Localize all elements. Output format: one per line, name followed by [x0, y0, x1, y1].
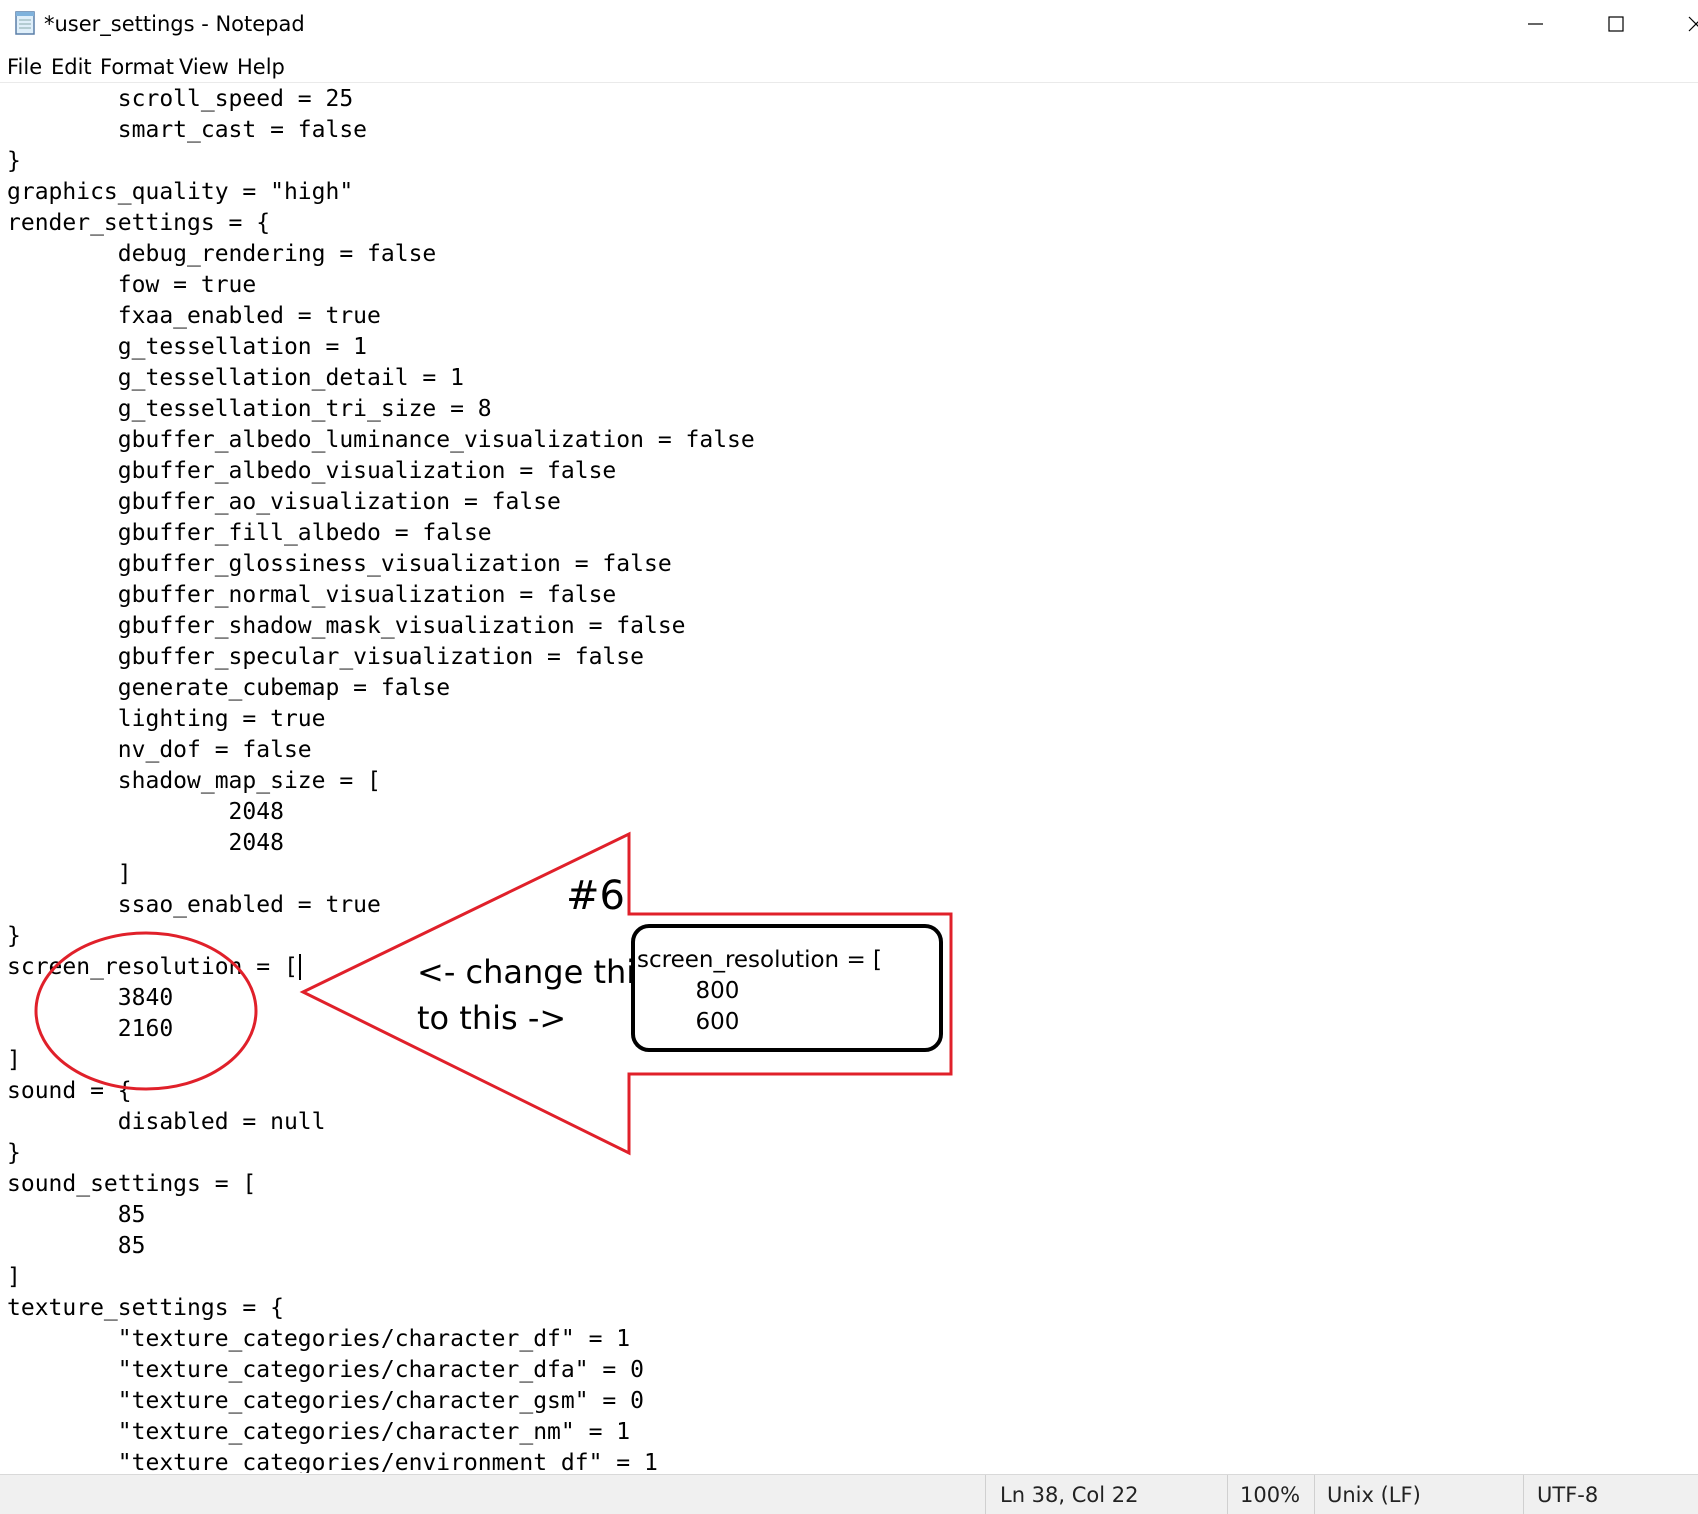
- editor-line: ]: [7, 1264, 21, 1290]
- editor-line: smart_cast = false: [7, 117, 368, 143]
- editor-line: screen_resolution = [: [7, 954, 298, 980]
- editor-line: g_tessellation_tri_size = 8: [7, 396, 492, 422]
- line-ending: Unix (LF): [1327, 1483, 1421, 1507]
- editor-line: shadow_map_size = [: [7, 768, 381, 794]
- editor-line: ssao_enabled = true: [7, 892, 381, 918]
- editor-line: "texture_categories/environment_df" = 1: [7, 1450, 658, 1473]
- editor-line: }: [7, 1140, 21, 1166]
- menu-help[interactable]: Help: [237, 54, 285, 80]
- editor-line: }: [7, 148, 21, 174]
- editor-line: graphics_quality = "high": [7, 179, 354, 205]
- editor-line: 2048: [7, 830, 284, 856]
- menu-file[interactable]: File: [7, 54, 42, 80]
- minimize-button[interactable]: [1495, 0, 1575, 48]
- editor-line: "texture_categories/character_nm" = 1: [7, 1419, 631, 1445]
- editor-line: fxaa_enabled = true: [7, 303, 381, 329]
- menu-view[interactable]: View: [179, 54, 229, 80]
- editor-line: g_tessellation_detail = 1: [7, 365, 464, 391]
- status-separator: [985, 1475, 986, 1514]
- editor-line: "texture_categories/character_dfa" = 0: [7, 1357, 644, 1383]
- editor-line: sound = {: [7, 1078, 132, 1104]
- editor-line: 2048: [7, 799, 284, 825]
- menu-bar: File Edit Format View Help: [0, 50, 1698, 83]
- editor-line: ]: [7, 861, 132, 887]
- close-button[interactable]: [1655, 0, 1698, 48]
- editor-line: 85: [7, 1202, 146, 1228]
- editor-line: 85: [7, 1233, 146, 1259]
- editor-line: texture_settings = {: [7, 1295, 284, 1321]
- editor-line: fow = true: [7, 272, 257, 298]
- notepad-icon: [15, 11, 35, 35]
- menu-edit[interactable]: Edit: [51, 54, 92, 80]
- title-bar: *user_settings - Notepad: [0, 0, 1698, 48]
- window-title: *user_settings - Notepad: [44, 12, 305, 36]
- editor-line: 3840: [7, 985, 174, 1011]
- cursor-position: Ln 38, Col 22: [1000, 1483, 1139, 1507]
- close-icon: [1688, 16, 1698, 32]
- editor-line: g_tessellation = 1: [7, 334, 368, 360]
- editor-line: gbuffer_albedo_luminance_visualization =…: [7, 427, 755, 453]
- editor-line: gbuffer_normal_visualization = false: [7, 582, 617, 608]
- editor-line: scroll_speed = 25: [7, 86, 354, 112]
- editor-line: disabled = null: [7, 1109, 326, 1135]
- status-separator: [1314, 1475, 1315, 1514]
- maximize-icon: [1608, 16, 1624, 32]
- editor-line: gbuffer_glossiness_visualization = false: [7, 551, 672, 577]
- editor-line: nv_dof = false: [7, 737, 312, 763]
- editor-line: render_settings = {: [7, 210, 271, 236]
- editor-line: }: [7, 923, 21, 949]
- editor-line: gbuffer_shadow_mask_visualization = fals…: [7, 613, 686, 639]
- editor-line: "texture_categories/character_gsm" = 0: [7, 1388, 644, 1414]
- editor-line: ]: [7, 1047, 21, 1073]
- editor-line: lighting = true: [7, 706, 326, 732]
- encoding: UTF-8: [1537, 1483, 1599, 1507]
- editor-line: gbuffer_fill_albedo = false: [7, 520, 492, 546]
- editor-line: 2160: [7, 1016, 174, 1042]
- status-separator: [1523, 1475, 1524, 1514]
- text-caret: [299, 954, 301, 980]
- menu-format[interactable]: Format: [100, 54, 174, 80]
- text-editor[interactable]: scroll_speed = 25 smart_cast = false} gra…: [0, 83, 1698, 1473]
- editor-line: generate_cubemap = false: [7, 675, 451, 701]
- minimize-icon: [1528, 23, 1543, 25]
- status-separator: [1227, 1475, 1228, 1514]
- editor-line: gbuffer_specular_visualization = false: [7, 644, 644, 670]
- editor-line: "texture_categories/character_df" = 1: [7, 1326, 631, 1352]
- editor-line: debug_rendering = false: [7, 241, 437, 267]
- editor-line: sound_settings = [: [7, 1171, 257, 1197]
- status-bar: Ln 38, Col 22 100% Unix (LF) UTF-8: [0, 1474, 1698, 1514]
- editor-line: gbuffer_ao_visualization = false: [7, 489, 561, 515]
- editor-line: gbuffer_albedo_visualization = false: [7, 458, 617, 484]
- maximize-button[interactable]: [1575, 0, 1655, 48]
- zoom-level: 100%: [1240, 1483, 1301, 1507]
